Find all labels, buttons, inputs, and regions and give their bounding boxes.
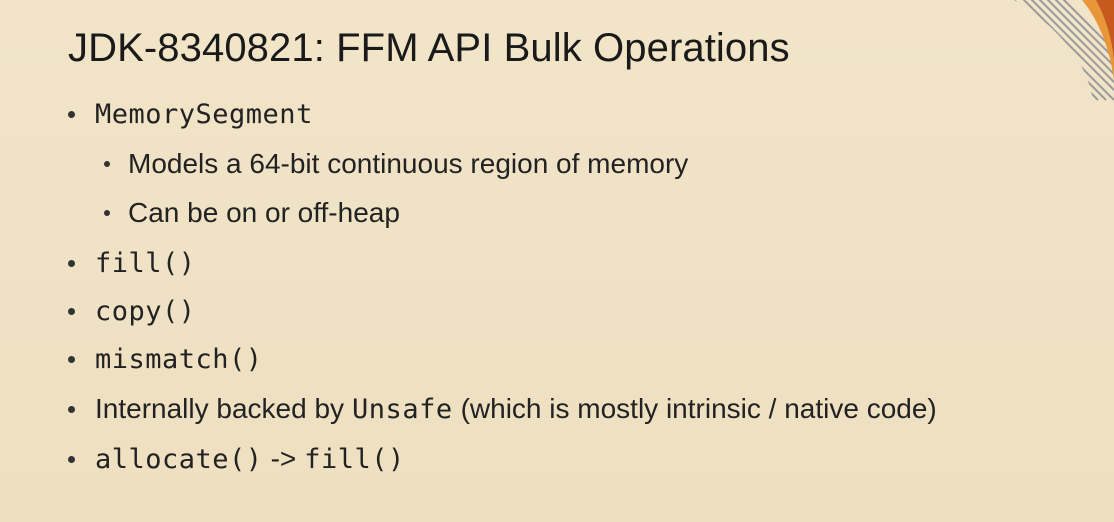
bullet-dot-icon: [68, 110, 75, 118]
bullet-dot-icon: [104, 161, 110, 167]
code-text: copy(): [95, 295, 196, 327]
code-text: fill(): [304, 443, 405, 475]
bullet-dot-icon: [68, 307, 75, 315]
bullet-text: Can be on or off-heap: [128, 197, 400, 228]
bullet-copy: copy(): [68, 291, 196, 331]
bullet-dot-icon: [68, 405, 75, 413]
bullet-dot-icon: [104, 210, 110, 216]
sub-bullet-heap: Can be on or off-heap: [104, 193, 400, 233]
bullet-fill: fill(): [68, 243, 196, 283]
sub-bullet-models: Models a 64-bit continuous region of mem…: [104, 144, 688, 184]
code-text: allocate(): [95, 443, 263, 475]
bullet-text: Models a 64-bit continuous region of mem…: [128, 148, 689, 179]
bullet-unsafe: Internally backed by Unsafe (which is mo…: [68, 389, 937, 429]
slide: JDK-8340821: FFM API Bulk Operations Mem…: [0, 0, 1114, 522]
bullet-dot-icon: [68, 455, 75, 463]
bullet-text-pre: Internally backed by: [95, 393, 345, 424]
code-text: Unsafe: [352, 393, 453, 425]
bullet-dot-icon: [68, 355, 75, 363]
code-text: fill(): [95, 247, 196, 279]
bullet-text-post: (which is mostly intrinsic / native code…: [460, 393, 937, 424]
bullet-mismatch: mismatch(): [68, 339, 263, 379]
code-text: mismatch(): [95, 343, 263, 375]
arrow-text: ->: [270, 443, 297, 474]
bullet-dot-icon: [68, 259, 75, 267]
bullet-memorysegment: MemorySegment: [68, 94, 313, 134]
bullet-allocate-fill: allocate() -> fill(): [68, 439, 405, 479]
code-text: MemorySegment: [95, 98, 313, 130]
corner-decoration-icon: [1014, 0, 1114, 101]
page-title: JDK-8340821: FFM API Bulk Operations: [68, 26, 790, 70]
